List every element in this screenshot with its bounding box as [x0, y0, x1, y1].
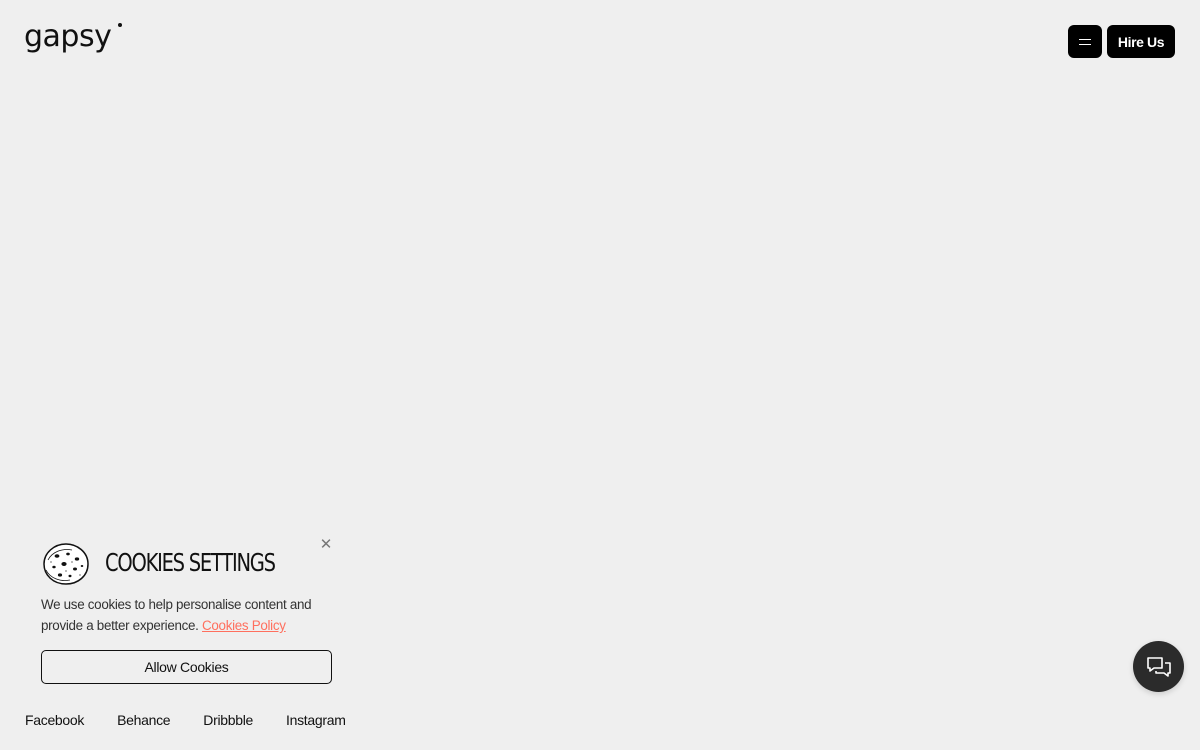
cookie-title: COOKIES SETTINGS [105, 548, 276, 577]
chat-button[interactable] [1133, 641, 1184, 692]
instagram-link[interactable]: Instagram [286, 712, 346, 728]
cookie-description: We use cookies to help personalise conte… [41, 594, 331, 636]
allow-cookies-button[interactable]: Allow Cookies [41, 650, 332, 684]
cookie-banner: COOKIES SETTINGS ✕ We use cookies to hel… [30, 530, 345, 695]
logo-dot [118, 23, 122, 27]
dribbble-link[interactable]: Dribbble [203, 712, 253, 728]
close-icon[interactable]: ✕ [319, 537, 333, 552]
hamburger-icon [1079, 38, 1091, 45]
page: gapsy Hire Us COOKIES SETTINGS ✕ We use … [0, 0, 1200, 750]
behance-link[interactable]: Behance [117, 712, 170, 728]
facebook-link[interactable]: Facebook [25, 712, 84, 728]
gapsy-logo[interactable]: gapsy [24, 19, 122, 54]
chat-bubbles-icon [1146, 656, 1171, 677]
hire-us-button[interactable]: Hire Us [1107, 25, 1175, 58]
cookies-policy-link[interactable]: Cookies Policy [202, 618, 286, 633]
logo-text: gapsy [24, 19, 112, 54]
cookie-icon [43, 543, 89, 585]
menu-button[interactable] [1068, 25, 1102, 58]
social-links: Facebook Behance Dribbble Instagram [25, 712, 379, 728]
